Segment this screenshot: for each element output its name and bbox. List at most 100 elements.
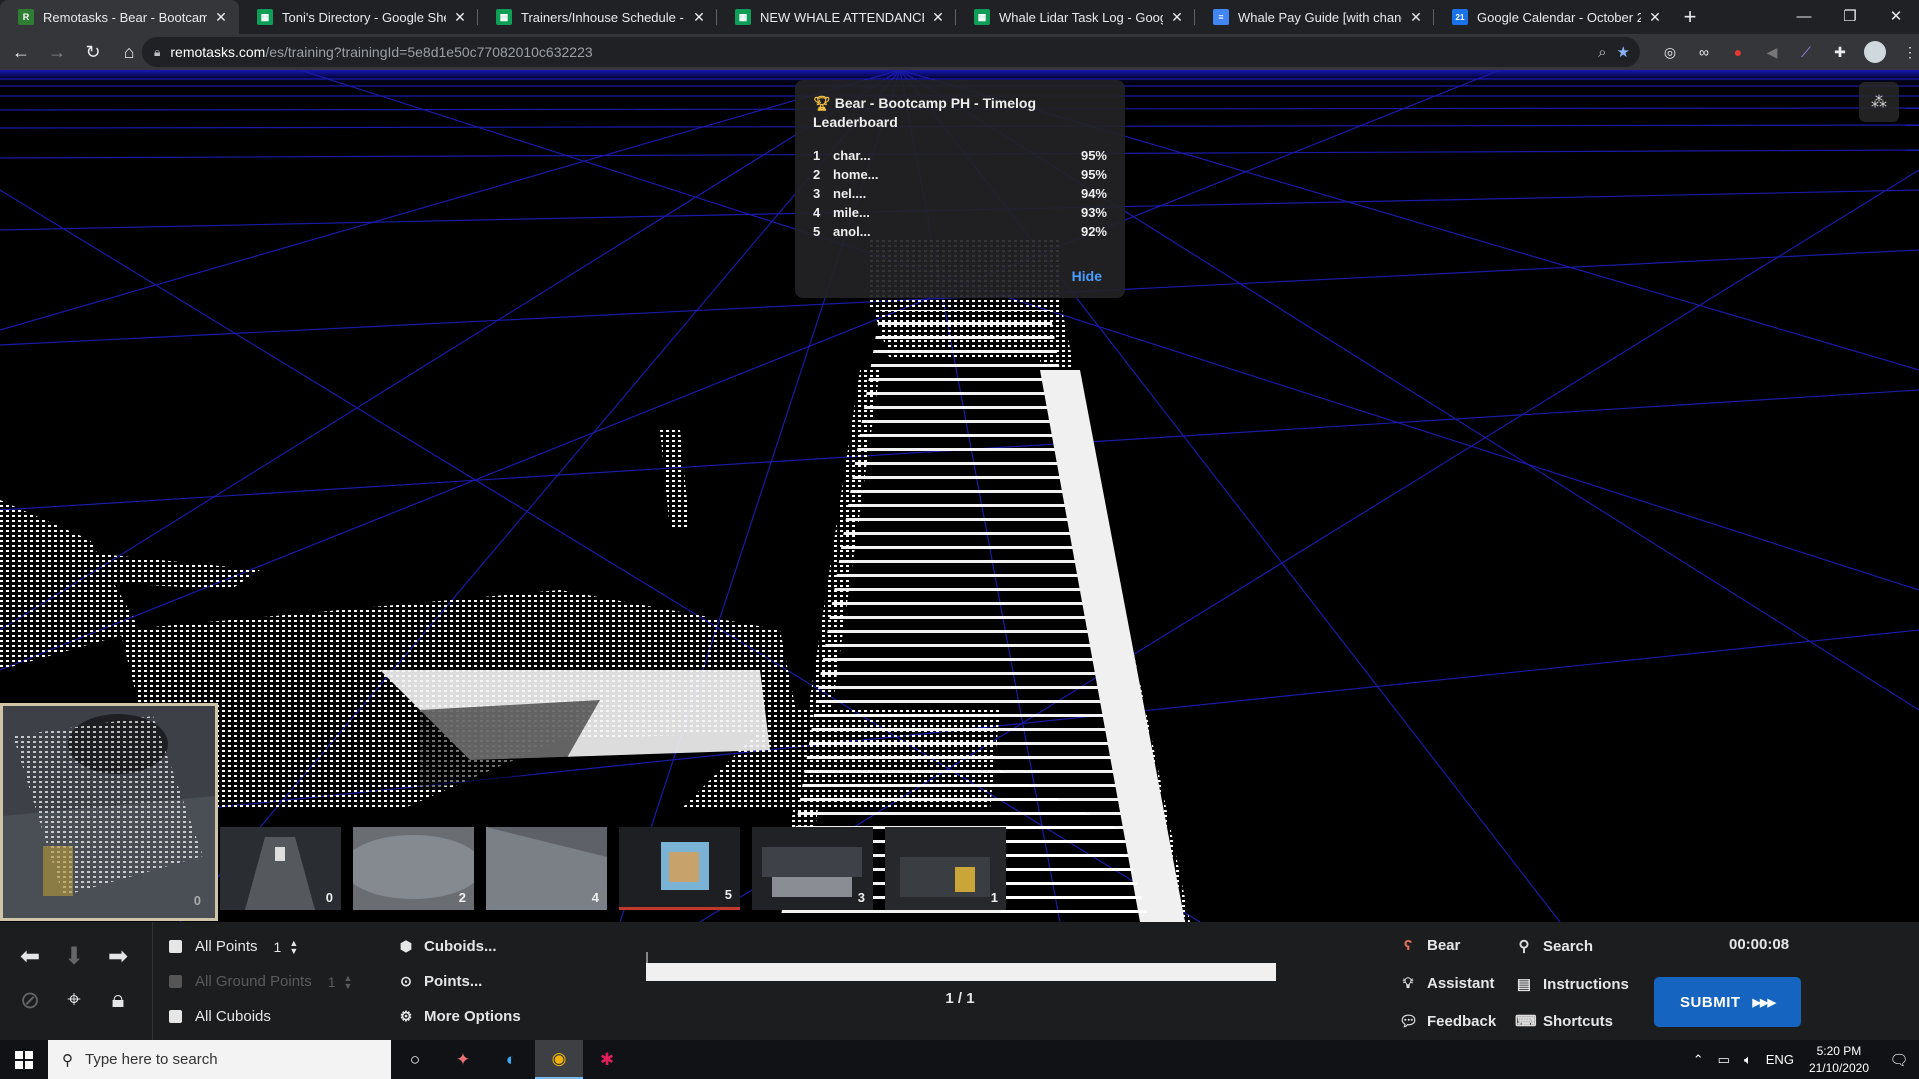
- extension-glasses-icon[interactable]: ∞: [1694, 42, 1714, 62]
- tab-task-log-sheet[interactable]: ▦ Whale Lidar Task Log - Google S ✕: [956, 0, 1195, 34]
- home-icon[interactable]: ⌂: [114, 37, 144, 67]
- close-window-icon[interactable]: ✕: [1873, 0, 1919, 32]
- leaderboard-table: 1 char... 95% 2 home... 95% 3 nel.... 94% 4 mil…: [813, 146, 1107, 241]
- close-tab-icon[interactable]: ✕: [1169, 9, 1185, 26]
- edge-browser-icon[interactable]: ◐: [487, 1040, 535, 1079]
- ground-point-size-value[interactable]: 1: [328, 974, 336, 990]
- lidar-viewport[interactable]: ⁂ 🏆︎ Bear - Bootcamp PH - Timelog Leaderb…: [0, 70, 1919, 922]
- address-bar[interactable]: 🔒︎ remotasks.com/es/training?trainingId=…: [142, 37, 1640, 67]
- window-controls: — ❐ ✕: [1781, 0, 1919, 32]
- leaderboard-row: 2 home... 95%: [813, 167, 1107, 182]
- checkbox[interactable]: [169, 1010, 182, 1023]
- points-menu-button[interactable]: ⊙ Points...: [398, 973, 482, 990]
- recenter-crosshair-icon[interactable]: ⌖: [58, 984, 90, 1016]
- zoom-icon[interactable]: ⌕: [1598, 44, 1606, 61]
- tab-title: NEW WHALE ATTENDANCE FOR: [760, 9, 924, 25]
- checkbox[interactable]: [169, 940, 182, 953]
- lock-view-icon[interactable]: 🔒︎: [102, 984, 134, 1016]
- volume-icon[interactable]: 🔈︎: [1744, 1052, 1752, 1068]
- close-tab-icon[interactable]: ✕: [691, 9, 707, 26]
- app-icon-game[interactable]: ✦: [439, 1040, 487, 1079]
- instructions-link[interactable]: ▤ Instructions: [1515, 975, 1629, 994]
- screen: R Remotasks - Bear - Bootcamp PH ✕ ▦ Ton…: [0, 0, 1919, 1079]
- network-icon[interactable]: ▭: [1718, 1052, 1730, 1068]
- cuboids-menu-button[interactable]: ⬢ Cuboids...: [398, 938, 497, 955]
- close-tab-icon[interactable]: ✕: [1408, 9, 1424, 26]
- notifications-icon[interactable]: 🗨︎: [1879, 1051, 1919, 1069]
- taskbar-search-box[interactable]: ⚲ Type here to search: [48, 1040, 391, 1079]
- camera-thumbnail[interactable]: 3: [752, 827, 873, 910]
- close-tab-icon[interactable]: ✕: [1647, 9, 1663, 26]
- extension-arrow-icon[interactable]: ◀: [1762, 42, 1782, 62]
- restore-icon[interactable]: ❐: [1827, 0, 1873, 32]
- windows-logo-icon: [15, 1050, 33, 1069]
- close-tab-icon[interactable]: ✕: [213, 9, 229, 26]
- search-link[interactable]: ⚲ Search: [1515, 937, 1594, 956]
- extension-circle-icon[interactable]: ◎: [1660, 42, 1680, 62]
- assistant-link[interactable]: 💡︎ Assistant: [1399, 975, 1495, 992]
- compass-icon[interactable]: ⊘: [14, 984, 46, 1016]
- extension-pen-icon[interactable]: ⟋: [1796, 42, 1816, 62]
- ground-point-size-stepper-icon[interactable]: ▲ ▼: [344, 973, 353, 990]
- browser-toolbar: ← → ↻ ⌂ 🔒︎ remotasks.com/es/training?tra…: [0, 34, 1919, 70]
- extension-red-icon[interactable]: ●: [1728, 42, 1748, 62]
- camera-thumbnail[interactable]: 5: [619, 827, 740, 910]
- hide-leaderboard-link[interactable]: Hide: [1072, 268, 1102, 284]
- forward-icon[interactable]: →: [42, 37, 72, 67]
- profile-avatar[interactable]: [1864, 41, 1886, 63]
- camera-nav-controls: ⬅ ⬇ ➡ ⊘ ⌖ 🔒︎: [14, 940, 144, 1040]
- tab-title: Whale Lidar Task Log - Google S: [999, 9, 1163, 25]
- main-camera-image[interactable]: 0: [0, 703, 218, 921]
- point-size-value[interactable]: 1: [274, 939, 282, 955]
- all-ground-points-toggle[interactable]: All Ground Points 1 ▲ ▼: [169, 973, 352, 990]
- windows-taskbar: ⚲ Type here to search ○ ✦ ◐ ◉ ✱ ⌃ ▭ 🔈︎ E…: [0, 1040, 1919, 1079]
- arrow-down-icon[interactable]: ⬇: [58, 940, 90, 972]
- leaderboard-row: 3 nel.... 94%: [813, 186, 1107, 201]
- chevron-up-icon[interactable]: ⌃: [1693, 1052, 1704, 1068]
- url-text: remotasks.com/es/training?trainingId=5e8…: [170, 44, 593, 60]
- reload-icon[interactable]: ↻: [78, 37, 108, 67]
- feedback-link[interactable]: 💬︎ Feedback: [1399, 1012, 1496, 1031]
- point-size-stepper-icon[interactable]: ▲ ▼: [289, 938, 298, 955]
- minimize-icon[interactable]: —: [1781, 0, 1827, 32]
- chrome-browser-icon[interactable]: ◉: [535, 1040, 583, 1079]
- task-view-icon[interactable]: ○: [391, 1040, 439, 1079]
- sheets-favicon-icon: ▦: [496, 9, 512, 25]
- frame-progress-bar[interactable]: [646, 963, 1276, 981]
- chrome-menu-icon[interactable]: ⋮: [1900, 42, 1919, 62]
- tab-title: Remotasks - Bear - Bootcamp PH: [43, 9, 207, 25]
- tab-calendar[interactable]: 21 Google Calendar - October 2020 ✕: [1434, 0, 1673, 34]
- camera-thumbnail[interactable]: 4: [486, 827, 607, 910]
- bookmark-star-icon[interactable]: ★: [1617, 43, 1630, 61]
- tab-directory-sheet[interactable]: ▦ Toni's Directory - Google Sheets ✕: [239, 0, 478, 34]
- back-icon[interactable]: ←: [6, 37, 36, 67]
- clock[interactable]: 5:20 PM 21/10/2020: [1809, 1043, 1869, 1077]
- arrow-left-icon[interactable]: ⬅: [14, 940, 46, 972]
- slack-icon[interactable]: ✱: [583, 1040, 631, 1079]
- start-button[interactable]: [0, 1040, 48, 1079]
- project-bear-link[interactable]: ʕ Bear: [1399, 937, 1461, 954]
- camera-thumbnail[interactable]: 1: [885, 827, 1006, 910]
- tab-remotasks[interactable]: R Remotasks - Bear - Bootcamp PH ✕: [0, 0, 239, 34]
- more-options-button[interactable]: ⚙ More Options: [398, 1008, 521, 1025]
- book-icon: ▤: [1516, 976, 1532, 993]
- all-points-toggle[interactable]: All Points 1 ▲ ▼: [169, 938, 298, 955]
- new-tab-icon[interactable]: +: [1673, 0, 1707, 34]
- language-indicator[interactable]: ENG: [1766, 1052, 1794, 1067]
- extensions-puzzle-icon[interactable]: ✚: [1830, 42, 1850, 62]
- tab-pay-guide-doc[interactable]: ≡ Whale Pay Guide [with changes] ✕: [1195, 0, 1434, 34]
- arrow-right-icon[interactable]: ➡: [102, 940, 134, 972]
- submit-button[interactable]: SUBMIT ▶▶▶: [1654, 977, 1801, 1027]
- tab-schedule-sheet[interactable]: ▦ Trainers/Inhouse Schedule - Goo ✕: [478, 0, 717, 34]
- tab-title: Trainers/Inhouse Schedule - Goo: [521, 9, 685, 25]
- search-icon: ⚲: [1518, 938, 1530, 955]
- camera-thumbnail[interactable]: 2: [353, 827, 474, 910]
- view-options-icon[interactable]: ⁂: [1859, 82, 1899, 122]
- close-tab-icon[interactable]: ✕: [930, 9, 946, 26]
- checkbox[interactable]: [169, 975, 182, 988]
- camera-thumbnail[interactable]: 0: [220, 827, 341, 910]
- close-tab-icon[interactable]: ✕: [452, 9, 468, 26]
- shortcuts-link[interactable]: ⌨ Shortcuts: [1515, 1012, 1613, 1031]
- tab-attendance-sheet[interactable]: ▦ NEW WHALE ATTENDANCE FOR ✕: [717, 0, 956, 34]
- all-cuboids-toggle[interactable]: All Cuboids: [169, 1008, 271, 1025]
